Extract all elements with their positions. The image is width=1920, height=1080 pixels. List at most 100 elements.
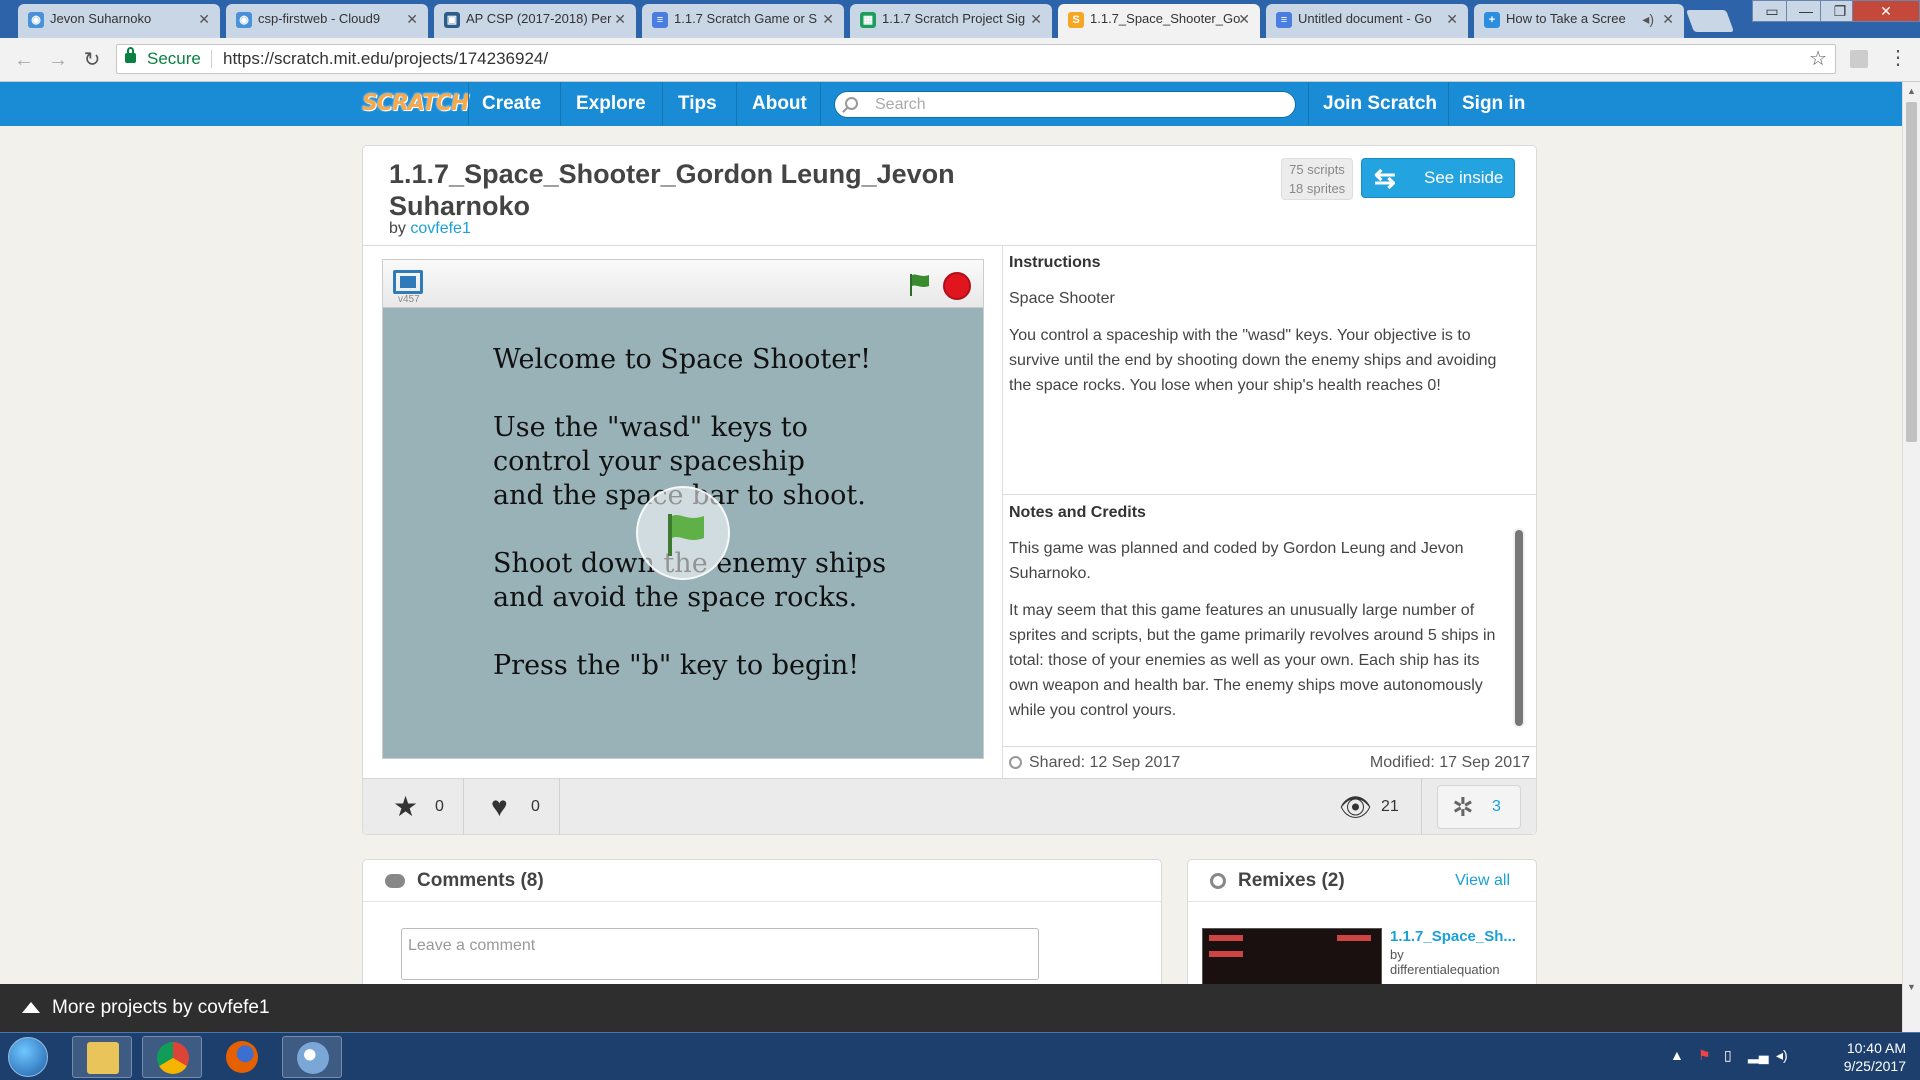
taskbar-clock[interactable]: 10:40 AM 9/25/2017 [1806,1039,1906,1075]
scroll-down-icon[interactable]: ▼ [1907,982,1916,992]
view-all-link[interactable]: View all [1455,872,1510,890]
browser-tab-1[interactable]: ◉ Jevon Suharnoko ✕ [18,4,220,38]
search-input[interactable]: Search [834,91,1296,118]
scroll-up-icon[interactable]: ▲ [1907,86,1916,96]
author-link[interactable]: covfefe1 [410,220,470,237]
sign-in-link[interactable]: Sign in [1462,82,1525,126]
scratch-logo[interactable]: SCRATCH [362,91,469,117]
action-center-icon[interactable]: ⚑ [1698,1047,1714,1063]
sprites-count: 18 sprites [1288,181,1346,196]
windows-taskbar: ▲ ⚑ ▯ ▂▄ ◂) 10:40 AM 9/25/2017 [0,1032,1920,1080]
close-tab-icon[interactable]: ✕ [822,4,834,34]
close-tab-icon[interactable]: ✕ [406,4,418,34]
instructions-text: You control a spaceship with the "wasd" … [1009,327,1497,394]
more-projects-bar[interactable]: More projects by covfefe1 [0,984,1902,1032]
nav-explore[interactable]: Explore [576,82,646,126]
battery-icon[interactable]: ▯ [1724,1047,1740,1063]
close-tab-icon[interactable]: ✕ [1662,4,1674,34]
browser-menu-icon[interactable]: ⋮ [1888,48,1908,68]
remix-tree-button[interactable]: ✲ 3 [1437,785,1521,829]
google-sheets-icon: ▦ [860,12,876,28]
eye-icon: 👁 [1339,792,1373,822]
clock-icon [1009,756,1022,769]
close-tab-icon[interactable]: ✕ [1446,4,1458,34]
page-scrollbar[interactable]: ▲ ▼ [1902,82,1920,1032]
browser-tab-3[interactable]: ▣ AP CSP (2017-2018) Per ✕ [434,4,636,38]
scratch-navbar: SCRATCH Create Explore Tips About Search… [0,82,1902,126]
browser-toolbar: ← → ↻ Secure https://scratch.mit.edu/pro… [0,38,1920,82]
google-docs-icon: ≡ [1276,12,1292,28]
close-tab-icon[interactable]: ✕ [1238,4,1250,34]
nav-tips[interactable]: Tips [678,82,717,126]
fullscreen-icon[interactable] [393,270,423,294]
taskbar-paint[interactable] [282,1036,342,1078]
star-icon[interactable]: ★ [393,779,418,835]
project-stage[interactable]: Welcome to Space Shooter! Use the "wasd"… [383,308,983,758]
google-docs-icon: ≡ [652,12,668,28]
heart-icon[interactable]: ♥ [491,779,508,835]
remix-arrows-icon: ⇆ [1374,163,1396,193]
remix-title-link[interactable]: 1.1.7_Space_Sh... [1390,928,1516,945]
browser-tab-8[interactable]: + How to Take a Scree ◂) ✕ [1474,4,1684,38]
remix-author[interactable]: differentialequation [1390,962,1500,977]
browser-tab-4[interactable]: ≡ 1.1.7 Scratch Game or S ✕ [642,4,844,38]
comment-input[interactable]: Leave a comment [401,928,1039,980]
close-tab-icon[interactable]: ✕ [198,4,210,34]
remix-count: 3 [1492,798,1501,815]
player-controls: v457 [383,260,983,308]
expand-arrow-icon [22,1002,40,1013]
notes-section: Notes and Credits This game was planned … [1009,504,1509,735]
cloud9-icon: ◉ [28,12,44,28]
star-count: 0 [435,798,444,815]
secure-label: Secure [147,49,201,68]
extension-icon[interactable] [1850,50,1868,68]
browser-tab-strip: ◉ Jevon Suharnoko ✕ ◉ csp-firstweb - Clo… [0,0,1920,38]
browser-tab-6-active[interactable]: S 1.1.7_Space_Shooter_Go ✕ [1058,4,1260,38]
player-version: v457 [398,294,420,305]
nav-about[interactable]: About [752,82,807,126]
stop-icon[interactable] [943,272,971,300]
volume-icon[interactable]: ◂) [1776,1047,1792,1063]
project-counts: 75 scripts 18 sprites [1281,158,1353,200]
modified-date: Modified: 17 Sep 2017 [1369,754,1530,771]
see-inside-button[interactable]: ⇆ See inside [1361,158,1515,198]
forward-button[interactable]: → [44,46,72,74]
close-tab-icon[interactable]: ✕ [1030,4,1042,34]
classroom-icon: ▣ [444,12,460,28]
cloud9-icon: ◉ [236,12,252,28]
browser-tab-2[interactable]: ◉ csp-firstweb - Cloud9 ✕ [226,4,428,38]
reload-button[interactable]: ↻ [78,46,106,74]
start-green-flag-button[interactable] [636,486,730,580]
love-count: 0 [531,798,540,815]
shared-date: Shared: 12 Sep 2017 [1029,754,1181,771]
scrollbar-thumb[interactable] [1906,102,1917,442]
remix-tree-icon: ✲ [1452,792,1474,822]
scratch-icon: S [1068,12,1084,28]
nav-create[interactable]: Create [482,82,541,126]
bookmark-star-icon[interactable]: ☆ [1809,45,1827,73]
instructions-text: Space Shooter [1009,290,1115,307]
speaker-icon: ◂) [1642,11,1654,27]
notes-text: This game was planned and coded by Gordo… [1009,540,1464,582]
back-button[interactable]: ← [10,46,38,74]
join-scratch-link[interactable]: Join Scratch [1323,82,1437,126]
new-tab-button[interactable] [1685,10,1735,32]
address-bar[interactable]: Secure https://scratch.mit.edu/projects/… [116,44,1836,74]
windows-start-button[interactable] [8,1037,48,1077]
notes-scrollbar[interactable] [1513,528,1525,728]
close-tab-icon[interactable]: ✕ [614,4,626,34]
taskbar-chrome[interactable] [142,1036,202,1078]
remix-thumbnail[interactable] [1202,928,1382,988]
taskbar-file-explorer[interactable] [72,1036,132,1078]
firefox-icon [226,1041,258,1073]
project-title: 1.1.7_Space_Shooter_Gordon Leung_Jevon S… [389,159,955,221]
scripts-count: 75 scripts [1289,162,1345,177]
network-icon[interactable]: ▂▄ [1748,1047,1769,1063]
browser-tab-7[interactable]: ≡ Untitled document - Go ✕ [1266,4,1468,38]
green-flag-icon[interactable] [907,272,933,298]
taskbar-firefox[interactable] [212,1036,272,1078]
browser-tab-5[interactable]: ▦ 1.1.7 Scratch Project Sig ✕ [850,4,1052,38]
show-hidden-icons[interactable]: ▲ [1670,1047,1686,1063]
close-window-button[interactable]: ✕ [1852,0,1920,22]
notes-title: Notes and Credits [1009,504,1146,521]
